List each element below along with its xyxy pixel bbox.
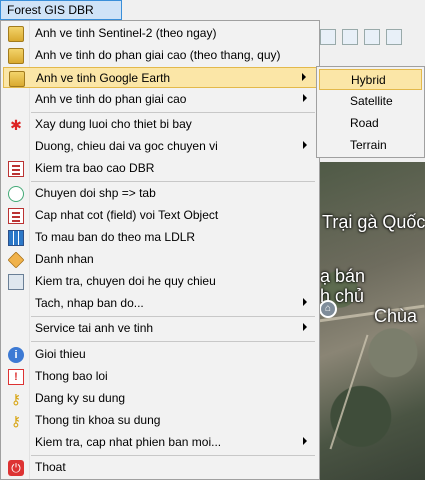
submenu-arrow-icon <box>303 437 307 445</box>
menu-item-about[interactable]: i Gioi thieu <box>3 344 317 365</box>
menu-item-labeling[interactable]: Danh nhan <box>3 249 317 270</box>
toolbar <box>318 26 425 48</box>
menu-item-label: Kiem tra bao cao DBR <box>35 161 155 175</box>
menu-item-label: Thong bao loi <box>35 369 108 383</box>
menu-item-high-resolution-by-month[interactable]: Anh ve tinh do phan giai cao (theo thang… <box>3 45 317 66</box>
menu-item-sentinel-2[interactable]: Anh ve tinh Sentinel-2 (theo ngay) <box>3 23 317 44</box>
menu-item-label: Anh ve tinh Google Earth <box>36 71 171 85</box>
menu-separator <box>31 455 315 456</box>
menu-item-coordinate-system[interactable]: Kiem tra, chuyen doi he quy chieu <box>3 271 317 292</box>
submenu-item-label: Road <box>350 116 379 130</box>
submenu-item-road[interactable]: Road <box>319 113 422 134</box>
submenu-item-satellite[interactable]: Satellite <box>319 91 422 112</box>
menu-item-label: Thoat <box>35 460 66 474</box>
map-place-label: Chùa <box>374 306 418 326</box>
menu-item-label: Chuyen doi shp => tab <box>35 186 156 200</box>
menu-separator <box>31 341 315 342</box>
menu-item-update-field-text-object[interactable]: Cap nhat cot (field) voi Text Object <box>3 205 317 226</box>
menu-item-exit[interactable]: ⏻ Thoat <box>3 457 317 478</box>
submenu-item-label: Satellite <box>350 94 393 108</box>
menu-item-report-error[interactable]: ! Thong bao loi <box>3 366 317 387</box>
toolbar-button[interactable] <box>364 29 380 45</box>
menu-item-google-earth[interactable]: Anh ve tinh Google Earth <box>3 67 317 88</box>
window-title[interactable]: Forest GIS DBR 23.3.2 <box>0 0 122 35</box>
menu-item-label: Tach, nhap ban do... <box>35 296 144 310</box>
menu-item-convert-shp-tab[interactable]: Chuyen doi shp => tab <box>3 183 317 204</box>
info-icon: i <box>8 347 24 363</box>
google-earth-submenu: Hybrid Satellite Road Terrain <box>316 66 425 158</box>
menu-item-high-resolution[interactable]: Anh ve tinh do phan giai cao <box>3 89 317 110</box>
map-place-label: ạ bán <box>320 266 366 286</box>
map-place-label: Trại gà Quốc <box>322 212 425 232</box>
drone-icon: ✱ <box>10 117 22 133</box>
menu-item-label: Anh ve tinh do phan giai cao (theo thang… <box>35 48 281 62</box>
submenu-arrow-icon <box>303 298 307 306</box>
folder-open-icon <box>9 71 25 87</box>
menu-item-check-dbr-report[interactable]: Kiem tra bao cao DBR <box>3 158 317 179</box>
menu-separator <box>31 316 315 317</box>
report-icon <box>8 208 24 224</box>
menu-item-label: Kiem tra, chuyen doi he quy chieu <box>35 274 216 288</box>
report-icon <box>8 161 24 177</box>
menu-item-label: Cap nhat cot (field) voi Text Object <box>35 208 219 222</box>
toolbar-button[interactable] <box>320 29 336 45</box>
menu-item-label: Danh nhan <box>35 252 94 266</box>
toolbar-button[interactable] <box>386 29 402 45</box>
folder-open-icon <box>8 26 24 42</box>
menu-item-label: Xay dung luoi cho thiet bi bay <box>35 117 192 131</box>
check-icon <box>8 274 24 290</box>
menu-item-register[interactable]: ⚷ Dang ky su dung <box>3 388 317 409</box>
submenu-item-terrain[interactable]: Terrain <box>319 135 422 156</box>
menu-item-drone-grid[interactable]: ✱ Xay dung luoi cho thiet bi bay <box>3 114 317 135</box>
warning-icon: ! <box>8 369 24 385</box>
submenu-item-label: Hybrid <box>351 73 386 87</box>
submenu-arrow-icon <box>303 323 307 331</box>
submenu-arrow-icon <box>302 73 306 81</box>
menu-separator <box>31 112 315 113</box>
map-road <box>329 334 369 450</box>
submenu-item-hybrid[interactable]: Hybrid <box>319 69 422 90</box>
menu-item-label: Thong tin khoa su dung <box>35 413 161 427</box>
submenu-item-label: Terrain <box>350 138 387 152</box>
menu-item-label: Duong, chieu dai va goc chuyen vi <box>35 139 218 153</box>
menu-item-label: Anh ve tinh do phan giai cao <box>35 92 187 106</box>
grid-icon <box>8 230 24 246</box>
satellite-map[interactable]: Trại gà Quốc ạ bán h chủ Chùa ⌂ <box>318 162 425 480</box>
menu-item-color-map-ldlr[interactable]: To mau ban do theo ma LDLR <box>3 227 317 248</box>
key-icon: ⚷ <box>10 413 22 429</box>
menu-item-split-merge-map[interactable]: Tach, nhap ban do... <box>3 293 317 314</box>
menu-item-label: Gioi thieu <box>35 347 86 361</box>
toolbar-button[interactable] <box>342 29 358 45</box>
key-icon: ⚷ <box>10 391 22 407</box>
menu-item-license-info[interactable]: ⚷ Thong tin khoa su dung <box>3 410 317 431</box>
power-icon: ⏻ <box>8 460 24 476</box>
tag-icon <box>7 251 25 269</box>
convert-icon <box>8 186 24 202</box>
temple-marker-icon[interactable]: ⌂ <box>319 300 337 318</box>
menu-item-line-length-angle[interactable]: Duong, chieu dai va goc chuyen vi <box>3 136 317 157</box>
menu-item-label: Dang ky su dung <box>35 391 126 405</box>
main-menu: Anh ve tinh Sentinel-2 (theo ngay) Anh v… <box>0 20 320 480</box>
submenu-arrow-icon <box>303 94 307 102</box>
menu-item-label: Kiem tra, cap nhat phien ban moi... <box>35 435 222 449</box>
menu-item-label: Anh ve tinh Sentinel-2 (theo ngay) <box>35 26 217 40</box>
menu-item-label: Service tai anh ve tinh <box>35 321 154 335</box>
submenu-arrow-icon <box>303 141 307 149</box>
menu-item-satellite-service[interactable]: Service tai anh ve tinh <box>3 318 317 339</box>
menu-item-label: To mau ban do theo ma LDLR <box>35 230 196 244</box>
menu-separator <box>31 181 315 182</box>
menu-item-check-update[interactable]: Kiem tra, cap nhat phien ban moi... <box>3 432 317 453</box>
folder-open-icon <box>8 48 24 64</box>
